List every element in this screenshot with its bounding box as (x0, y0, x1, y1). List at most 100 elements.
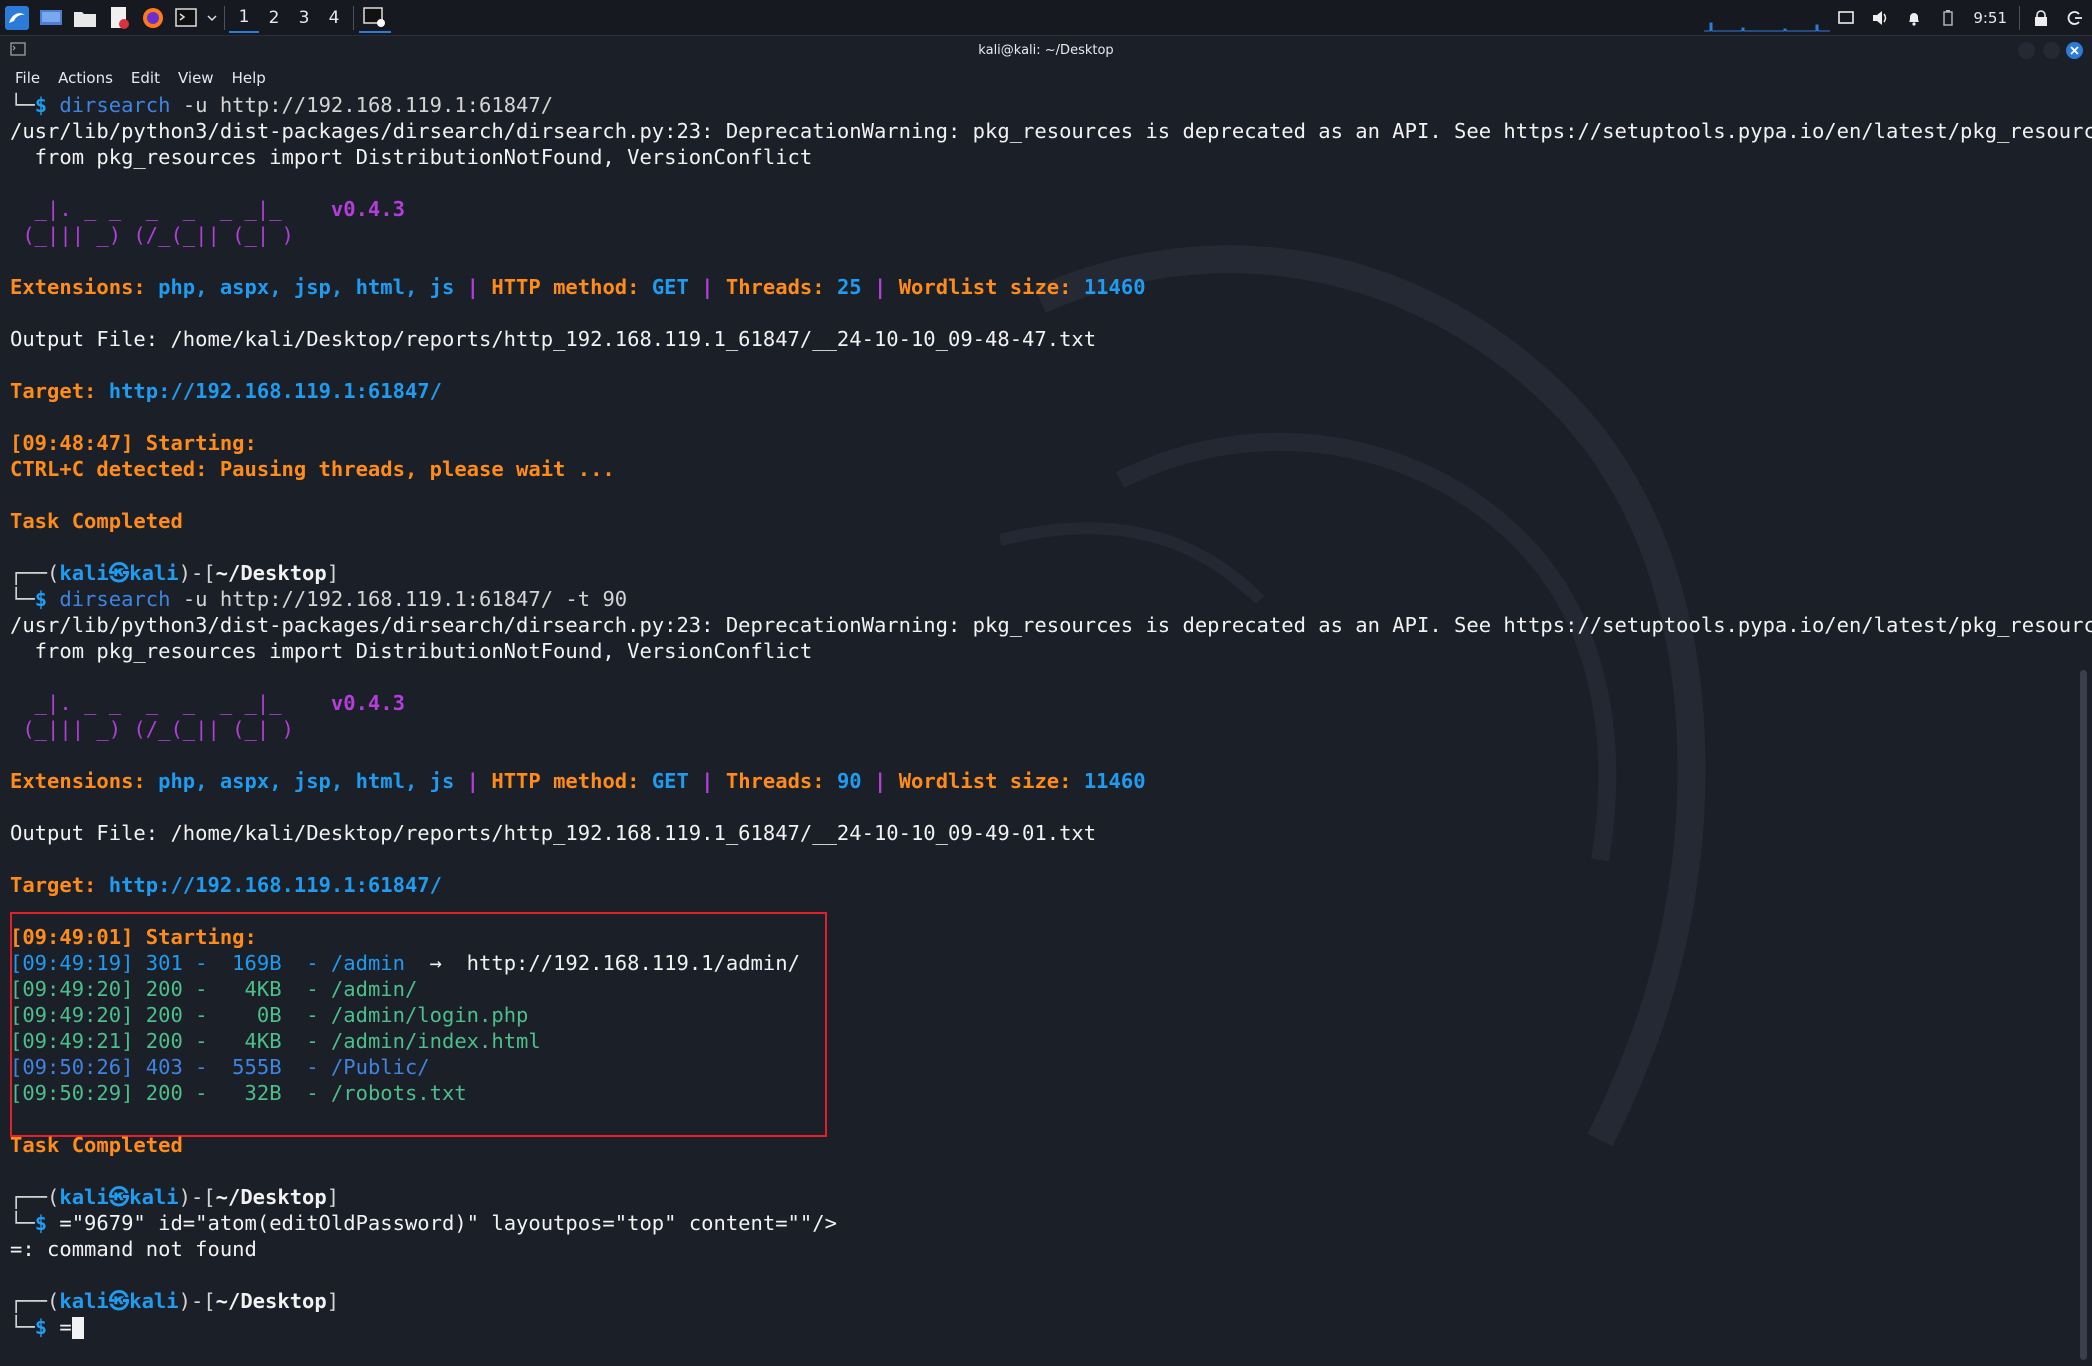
terminal-output[interactable]: └─$ dirsearch -u http://192.168.119.1:61… (10, 92, 2092, 1364)
scrollbar[interactable] (2080, 670, 2087, 1360)
target-line: Target: http://192.168.119.1:61847/ (10, 873, 442, 897)
lock-icon[interactable] (2024, 0, 2058, 35)
warning-line: /usr/lib/python3/dist-packages/dirsearch… (10, 119, 2092, 143)
battery-icon[interactable] (1931, 0, 1965, 35)
panel-separator (224, 5, 225, 30)
menu-edit[interactable]: Edit (123, 66, 168, 90)
dirsearch-logo: (_||| _) (/_(_|| (_| ) (10, 717, 294, 741)
result-size: 0B (207, 1003, 282, 1027)
menu-view[interactable]: View (170, 66, 222, 90)
close-icon (2070, 46, 2079, 55)
result-size: 4KB (207, 1029, 282, 1053)
panel-separator (353, 5, 354, 30)
warning-line: from pkg_resources import DistributionNo… (10, 639, 813, 663)
result-status: 200 - (145, 1003, 208, 1027)
menu-actions[interactable]: Actions (50, 66, 121, 90)
result-path: - /admin/login.php (281, 1003, 529, 1027)
chevron-down-icon[interactable] (205, 3, 219, 33)
result-path: - /admin (281, 951, 405, 975)
menu-help[interactable]: Help (224, 66, 274, 90)
dirsearch-logo: (_||| _) (/_(_|| (_| ) (10, 223, 294, 247)
menu-file[interactable]: File (0, 66, 48, 90)
result-timestamp: [09:49:20] (10, 1003, 146, 1027)
config-line: Extensions: php, aspx, jsp, html, js | H… (10, 769, 1146, 793)
prompt-line: ┌──(kali㉿kali)-[~/Desktop] (10, 1289, 340, 1313)
file-manager-icon[interactable] (69, 3, 101, 33)
terminal-line: └─$ ="9679" id="atom(editOldPassword)" l… (10, 1211, 837, 1235)
result-timestamp: [09:49:20] (10, 977, 146, 1001)
result-path: - /admin/ (281, 977, 418, 1001)
warning-line: /usr/lib/python3/dist-packages/dirsearch… (10, 613, 2092, 637)
command-text: -u http://192.168.119.1:61847/ (182, 93, 554, 117)
result-status: 301 - (145, 951, 208, 975)
task-completed-line: Task Completed (10, 509, 183, 533)
output-file-line: Output File: /home/kali/Desktop/reports/… (10, 821, 1097, 845)
task-completed-line: Task Completed (10, 1133, 183, 1157)
warning-line: from pkg_resources import DistributionNo… (10, 145, 813, 169)
error-line: =: command not found (10, 1237, 257, 1261)
result-row: [09:50:26] 403 - 555B - /Public/ (10, 1054, 430, 1080)
terminal-line: └─$ dirsearch -u http://192.168.119.1:61… (10, 587, 628, 611)
text-editor-icon[interactable] (103, 3, 135, 33)
result-row: [09:50:29] 200 - 32B - /robots.txt (10, 1080, 467, 1106)
clock[interactable]: 9:51 (1965, 9, 2015, 27)
result-status: 403 - (145, 1055, 208, 1079)
window-title: kali@kali: ~/Desktop (978, 43, 1114, 58)
terminal-task-icon[interactable] (359, 3, 391, 33)
minimize-button[interactable] (2018, 42, 2035, 59)
result-redirect: → http://192.168.119.1/admin/ (404, 951, 800, 975)
result-row: [09:49:20] 200 - 0B - /admin/login.php (10, 1002, 528, 1028)
prompt-line: ┌──(kali㉿kali)-[~/Desktop] (10, 561, 340, 585)
result-row: [09:49:21] 200 - 4KB - /admin/index.html (10, 1028, 541, 1054)
show-desktop-icon[interactable] (35, 3, 67, 33)
prompt-line: ┌──(kali㉿kali)-[~/Desktop] (10, 1185, 340, 1209)
window-titlebar[interactable]: kali@kali: ~/Desktop (0, 36, 2092, 66)
workspace-3[interactable]: 3 (289, 3, 319, 33)
current-input[interactable]: = (59, 1315, 71, 1339)
firefox-icon[interactable] (137, 3, 169, 33)
workspace-2[interactable]: 2 (259, 3, 289, 33)
ctrlc-line: CTRL+C detected: Pausing threads, please… (10, 457, 615, 481)
result-row: [09:49:20] 200 - 4KB - /admin/ (10, 976, 417, 1002)
volume-icon[interactable] (1863, 0, 1897, 35)
result-path: - /robots.txt (281, 1081, 467, 1105)
start-line: [09:48:47] Starting: (10, 431, 270, 455)
logout-icon[interactable] (2058, 0, 2092, 35)
terminal-launcher-icon[interactable] (171, 3, 203, 33)
result-row: [09:49:19] 301 - 169B - /admin → http://… (10, 950, 800, 976)
result-size: 4KB (207, 977, 282, 1001)
terminal-line: └─$ dirsearch -u http://192.168.119.1:61… (10, 93, 554, 117)
config-line: Extensions: php, aspx, jsp, html, js | H… (10, 275, 1146, 299)
maximize-button[interactable] (2043, 42, 2060, 59)
result-status: 200 - (145, 977, 208, 1001)
result-size: 555B (207, 1055, 282, 1079)
cursor (71, 1317, 84, 1339)
menu-bar: File Actions Edit View Help (0, 66, 276, 90)
result-status: 200 - (145, 1029, 208, 1053)
result-timestamp: [09:49:19] (10, 951, 146, 975)
screen-icon[interactable] (1829, 0, 1863, 35)
workspace-4[interactable]: 4 (319, 3, 349, 33)
close-button[interactable] (2066, 42, 2083, 59)
cpu-graph (1704, 22, 1830, 32)
result-status: 200 - (145, 1081, 208, 1105)
result-timestamp: [09:50:26] (10, 1055, 146, 1079)
result-size: 32B (207, 1081, 282, 1105)
output-file-line: Output File: /home/kali/Desktop/reports/… (10, 327, 1097, 351)
result-path: - /Public/ (281, 1055, 430, 1079)
system-tray: 9:51 (1829, 0, 2092, 35)
notification-bell-icon[interactable] (1897, 0, 1931, 35)
result-path: - /admin/index.html (281, 1029, 541, 1053)
target-line: Target: http://192.168.119.1:61847/ (10, 379, 442, 403)
dirsearch-logo: _|. _ _ _ _ _ _|_ v0.4.3 (10, 197, 405, 221)
top-panel: 1 2 3 4 9:51 (0, 0, 2092, 36)
dirsearch-logo: _|. _ _ _ _ _ _|_ v0.4.3 (10, 691, 405, 715)
panel-separator (2019, 5, 2020, 30)
result-size: 169B (207, 951, 282, 975)
result-timestamp: [09:49:21] (10, 1029, 146, 1053)
kali-menu-icon[interactable] (1, 3, 33, 33)
workspace-1[interactable]: 1 (229, 3, 259, 33)
terminal-input-line[interactable]: └─$ = (10, 1314, 84, 1340)
start-line: [09:49:01] Starting: (10, 925, 270, 949)
result-timestamp: [09:50:29] (10, 1081, 146, 1105)
